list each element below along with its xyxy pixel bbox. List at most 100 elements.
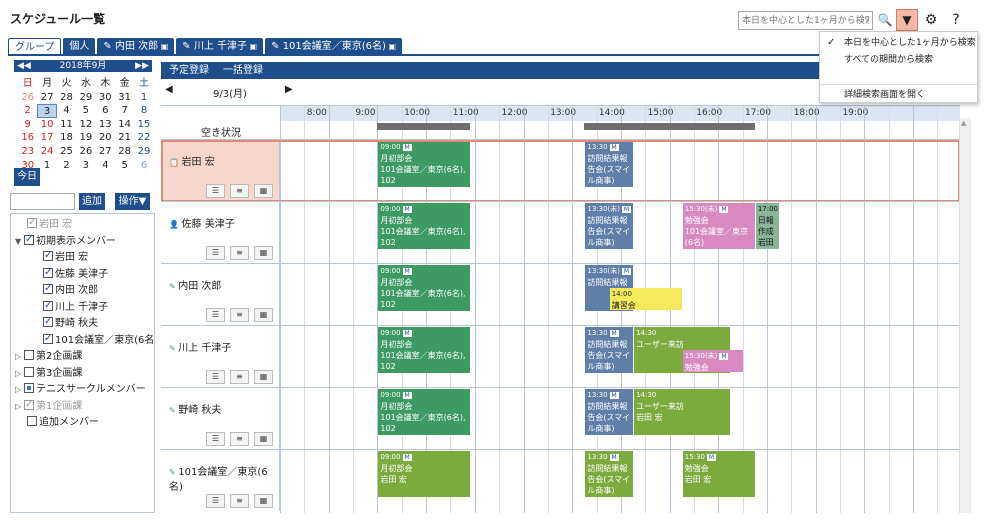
member-name[interactable]: ✎ 内田 次郎	[169, 277, 221, 292]
tree-checkbox[interactable]	[43, 314, 53, 330]
tree-checkbox[interactable]	[43, 265, 53, 281]
calendar-day[interactable]: 14	[115, 118, 134, 132]
expand-toggle-icon[interactable]: ▷	[15, 349, 24, 365]
tree-item[interactable]: 岩田 宏	[27, 215, 72, 233]
gantt-view-icon[interactable]: ☰	[206, 184, 225, 198]
list-view-icon[interactable]: ≡	[230, 370, 249, 384]
search-input[interactable]	[738, 11, 873, 30]
calendar-day[interactable]: 12	[76, 118, 95, 132]
tab-0[interactable]: グループ	[8, 38, 62, 55]
calendar-day[interactable]: 3	[37, 104, 57, 118]
today-button[interactable]: 今日	[14, 168, 40, 186]
tree-checkbox[interactable]	[24, 232, 34, 248]
calendar-day[interactable]: 28	[115, 145, 134, 159]
tree-item[interactable]: 川上 千津子	[43, 298, 108, 316]
expand-toggle-icon[interactable]: ▷	[15, 382, 24, 398]
tab-4[interactable]: ✎ 101会議室／東京(6名) ▣	[265, 38, 403, 55]
list-view-icon[interactable]: ≡	[230, 184, 249, 198]
calendar-day[interactable]: 6	[96, 104, 115, 118]
calendar-day[interactable]: 29	[134, 145, 153, 159]
schedule-event[interactable]: 13:30 M 訪問結果報 告会(スマイ ル商事)	[585, 327, 634, 373]
gantt-view-icon[interactable]: ☰	[206, 246, 225, 260]
calendar-day[interactable]: 1	[37, 159, 56, 173]
tree-checkbox[interactable]	[43, 298, 53, 314]
vertical-scrollbar[interactable]	[959, 118, 971, 513]
next-day-icon[interactable]: ▶	[285, 84, 293, 95]
tab-2[interactable]: ✎ 内田 次郎 ▣	[97, 38, 175, 55]
gear-icon[interactable]: ⚙	[922, 10, 940, 30]
expand-toggle-icon[interactable]: ▷	[15, 366, 24, 382]
tab-1[interactable]: 個人	[63, 38, 96, 55]
calendar-view-icon[interactable]: ▦	[254, 432, 273, 446]
tree-item[interactable]: 101会議室／東京(6名)	[43, 331, 154, 349]
tree-item[interactable]: ▷ 第3企画課	[15, 366, 82, 382]
prev-day-icon[interactable]: ◀	[165, 84, 173, 95]
calendar-day[interactable]: 31	[115, 91, 134, 105]
close-icon[interactable]: ▣	[386, 42, 396, 51]
member-search-input[interactable]	[10, 193, 75, 210]
help-icon[interactable]: ?	[948, 10, 964, 30]
tree-checkbox[interactable]	[24, 366, 34, 377]
schedule-event[interactable]: 15:30(未) M 勉強会	[682, 350, 743, 372]
schedule-event[interactable]: 13:30(未)M 訪問結果報告会(スマイル商事)101会議室	[585, 203, 634, 249]
calendar-day[interactable]: 3	[76, 159, 95, 173]
list-view-icon[interactable]: ≡	[230, 432, 249, 446]
calendar-day[interactable]: 28	[57, 91, 76, 105]
close-icon[interactable]: ▣	[158, 42, 169, 51]
calendar-day[interactable]: 5	[115, 159, 134, 173]
list-view-icon[interactable]: ≡	[230, 246, 249, 260]
calendar-view-icon[interactable]: ▦	[254, 494, 273, 508]
schedule-event[interactable]: 14:00 講習会	[609, 288, 682, 310]
calendar-day[interactable]: 23	[18, 145, 37, 159]
calendar-day[interactable]: 29	[76, 91, 95, 105]
calendar-day[interactable]: 7	[115, 104, 134, 118]
schedule-event[interactable]: 14:30 ユーザー来訪 岩田 宏	[634, 389, 731, 435]
calendar-day[interactable]: 9	[18, 118, 37, 132]
expand-toggle-icon[interactable]: ▷	[15, 399, 24, 415]
schedule-event[interactable]: 13:30M 訪問結果報告会(スマイル商事)岩田 宏	[585, 451, 634, 497]
tree-item[interactable]: ▷ 第1企画課	[15, 397, 82, 415]
calendar-day[interactable]: 26	[76, 145, 95, 159]
calendar-day[interactable]: 24	[37, 145, 56, 159]
calendar-day[interactable]: 22	[134, 131, 153, 145]
schedule-event[interactable]: 09:00 M 月初部会 101会議室／東京(6名), 102	[378, 203, 470, 249]
tree-checkbox[interactable]	[43, 248, 53, 264]
calendar-day[interactable]: 11	[57, 118, 76, 132]
calendar-day[interactable]: 10	[37, 118, 56, 132]
calendar-view-icon[interactable]: ▦	[254, 370, 273, 384]
schedule-event[interactable]: 09:00 M 月初部会 岩田 宏	[378, 451, 470, 497]
tree-checkbox[interactable]	[27, 215, 37, 231]
tree-item[interactable]: 佐藤 美津子	[43, 265, 108, 283]
calendar-day[interactable]: 27	[37, 91, 56, 105]
tree-checkbox[interactable]	[27, 416, 37, 426]
scroll-up-icon[interactable]: ▲	[961, 119, 966, 127]
tree-checkbox[interactable]	[43, 331, 53, 347]
gantt-view-icon[interactable]: ☰	[206, 432, 225, 446]
next-month-icon[interactable]: ▶▶	[135, 60, 149, 72]
calendar-day[interactable]: 4	[96, 159, 115, 173]
member-name[interactable]: 👤 佐藤 美津子	[169, 215, 235, 230]
schedule-event[interactable]: 09:00 M 月初部会 101会議室／東京(6名), 102	[378, 389, 470, 435]
schedule-event[interactable]: 09:00 M 月初部会 101会議室／東京(6名), 102	[378, 327, 470, 373]
calendar-day[interactable]: 20	[96, 131, 115, 145]
bulk-register-button[interactable]: 一括登録	[223, 62, 263, 79]
schedule-event[interactable]: 15:30(未) M 勉強会 101会議室／東京(6名)	[682, 203, 755, 249]
schedule-event[interactable]: 17:00 日報 作成 岩田	[755, 203, 780, 249]
calendar-day[interactable]: 21	[115, 131, 134, 145]
calendar-day[interactable]: 30	[96, 91, 115, 105]
tree-item[interactable]: 追加メンバー	[27, 415, 99, 431]
member-name[interactable]: ✎ 101会議室／東京(6名)	[169, 463, 279, 493]
schedule-event[interactable]: 13:30M 訪問結果報告会(スマイル商事)岩田 宏	[585, 389, 634, 435]
calendar-day[interactable]: 17	[37, 131, 56, 145]
calendar-view-icon[interactable]: ▦	[254, 246, 273, 260]
calendar-day[interactable]: 8	[134, 104, 153, 118]
filter-dropdown-button[interactable]: ▼	[896, 9, 918, 31]
calendar-day[interactable]: 18	[57, 131, 76, 145]
operations-menu-button[interactable]: 操作▼	[115, 193, 150, 210]
prev-month-icon[interactable]: ◀◀	[17, 60, 31, 72]
calendar-day[interactable]: 1	[134, 91, 153, 105]
calendar-day[interactable]: 15	[134, 118, 153, 132]
list-view-icon[interactable]: ≡	[230, 494, 249, 508]
dropdown-item[interactable]: すべての期間から検索	[820, 52, 977, 68]
calendar-day[interactable]: 26	[18, 91, 37, 105]
